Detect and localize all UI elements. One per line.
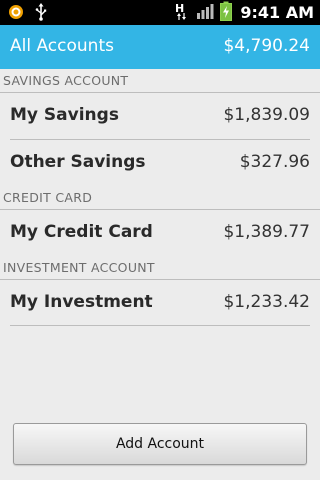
hspa-signal-icon: H xyxy=(174,1,190,25)
account-row-my-credit-card[interactable]: My Credit Card $1,389.77 xyxy=(0,210,320,256)
row-divider xyxy=(10,325,310,326)
account-row-my-savings[interactable]: My Savings $1,839.09 xyxy=(0,93,320,139)
account-amount: $327.96 xyxy=(239,152,310,172)
add-account-button[interactable]: Add Account xyxy=(13,423,307,465)
status-bar: H 9:41 AM xyxy=(0,0,320,25)
network-type-label: H xyxy=(175,2,184,15)
header-title: All Accounts xyxy=(10,36,114,56)
status-clock: 9:41 AM xyxy=(240,3,314,22)
account-name: My Credit Card xyxy=(10,222,153,242)
section-header-investment: INVESTMENT ACCOUNT xyxy=(0,256,320,280)
usb-icon xyxy=(34,3,48,25)
section-title: INVESTMENT ACCOUNT xyxy=(3,260,155,275)
account-name: My Savings xyxy=(10,105,119,125)
header-total: $4,790.24 xyxy=(223,36,310,56)
section-header-savings: SAVINGS ACCOUNT xyxy=(0,69,320,93)
signal-bars-icon xyxy=(196,3,214,23)
account-name: My Investment xyxy=(10,292,153,312)
section-header-credit-card: CREDIT CARD xyxy=(0,186,320,210)
all-accounts-header[interactable]: All Accounts $4,790.24 xyxy=(0,25,320,69)
account-amount: $1,389.77 xyxy=(223,222,310,242)
account-amount: $1,233.42 xyxy=(223,292,310,312)
battery-charging-icon xyxy=(220,1,233,25)
account-name: Other Savings xyxy=(10,152,146,172)
section-title: SAVINGS ACCOUNT xyxy=(3,73,129,88)
section-title: CREDIT CARD xyxy=(3,190,93,205)
account-row-other-savings[interactable]: Other Savings $327.96 xyxy=(0,140,320,186)
account-row-my-investment[interactable]: My Investment $1,233.42 xyxy=(0,280,320,326)
notification-icon xyxy=(8,4,24,24)
account-amount: $1,839.09 xyxy=(223,105,310,125)
